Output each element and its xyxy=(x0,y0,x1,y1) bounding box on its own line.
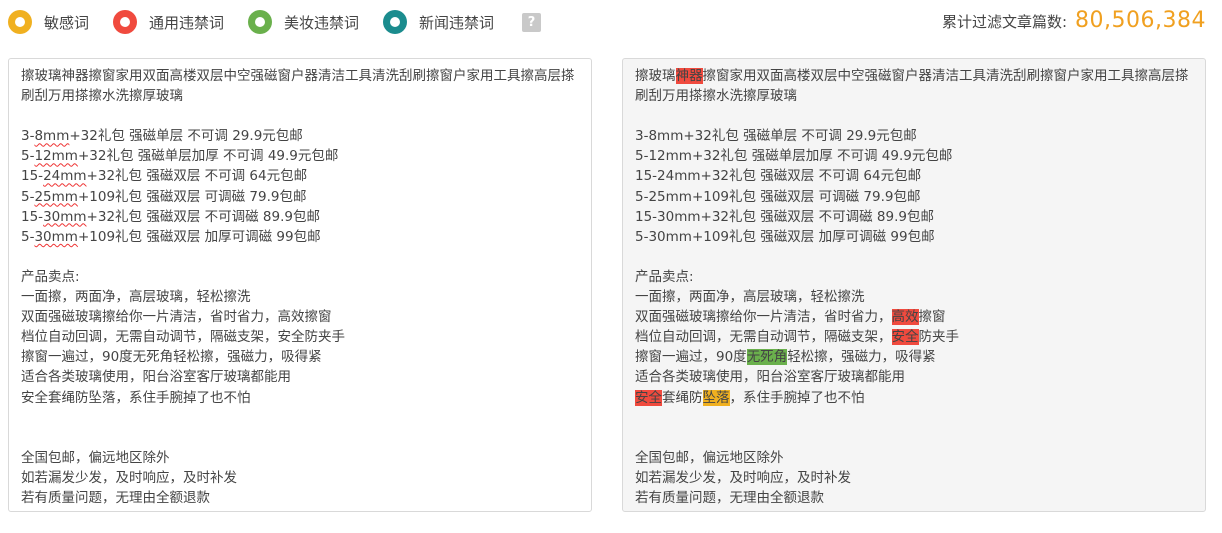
input-line: 15-24mm+32礼包 强磁双层 不可调 64元包邮 xyxy=(21,168,308,185)
input-line: 擦窗一遍过，90度无死角轻松擦，强磁力，吸得紧 xyxy=(21,349,322,366)
result-line: 安全套绳防坠落，系住手腕掉了也不怕 xyxy=(635,389,865,406)
result-line: 擦玻璃神器擦窗家用双面高楼双层中空强磁窗户器清洁工具清洗刮刷擦窗户家用工具擦高层… xyxy=(635,68,1189,105)
help-icon[interactable]: ? xyxy=(522,12,542,32)
result-line xyxy=(635,428,1193,448)
input-line xyxy=(21,428,579,448)
input-line xyxy=(21,106,579,126)
result-line: 档位自动回调，无需自动调节，隔磁支架，安全防夹手 xyxy=(635,329,959,346)
input-line: 安全套绳防坠落，系住手腕掉了也不怕 xyxy=(21,389,251,406)
result-line: 一面擦，两面净，高层玻璃，轻松擦洗 xyxy=(635,289,865,306)
result-line: 擦窗一遍过，90度无死角轻松擦，强磁力，吸得紧 xyxy=(635,349,936,366)
legend-label: 美妆违禁词 xyxy=(284,13,360,32)
input-line: 档位自动回调，无需自动调节，隔磁支架，安全防夹手 xyxy=(21,329,345,346)
highlighted-word: 无死角 xyxy=(746,349,788,366)
input-line: 产品卖点: xyxy=(21,268,80,285)
result-line: 若有质量问题，无理由全额退款 xyxy=(635,489,824,506)
filtered-article-counter: 累计过滤文章篇数: 80,506,384 xyxy=(942,8,1206,33)
result-line: 3-8mm+32礼包 强磁单层 不可调 29.9元包邮 xyxy=(635,128,917,145)
legend-item-news-banned[interactable]: 新闻违禁词 xyxy=(383,10,494,34)
input-line: 全国包邮，偏远地区除外 xyxy=(21,449,170,466)
legend: 敏感词 通用违禁词 美妆违禁词 新闻违禁词 ? xyxy=(8,9,542,35)
highlighted-word: 安全 xyxy=(891,329,919,346)
highlighted-word: 安全 xyxy=(635,389,662,406)
result-line: 15-30mm+32礼包 强磁双层 不可调磁 89.9包邮 xyxy=(635,208,934,225)
beauty-banned-dot-icon xyxy=(248,10,273,34)
input-line: 若有质量问题，无理由全额退款 xyxy=(21,489,210,506)
legend-item-general-banned[interactable]: 通用违禁词 xyxy=(113,10,224,34)
result-line: 15-24mm+32礼包 强磁双层 不可调 64元包邮 xyxy=(635,168,922,185)
highlighted-result-panel: 擦玻璃神器擦窗家用双面高楼双层中空强磁窗户器清洁工具清洗刮刷擦窗户家用工具擦高层… xyxy=(622,58,1206,512)
input-line: 适合各类玻璃使用，阳台浴室客厅玻璃都能用 xyxy=(21,369,291,386)
result-line: 全国包邮，偏远地区除外 xyxy=(635,449,784,466)
result-line: 5-30mm+109礼包 强磁双层 加厚可调磁 99包邮 xyxy=(635,228,935,245)
input-line: 一面擦，两面净，高层玻璃，轻松擦洗 xyxy=(21,289,251,306)
counter-label: 累计过滤文章篇数: xyxy=(941,13,1068,31)
result-line xyxy=(635,247,1193,267)
input-line xyxy=(21,247,579,267)
highlighted-word: 高效 xyxy=(891,309,919,326)
input-line: 5-30mm+109礼包 强磁双层 加厚可调磁 99包邮 xyxy=(21,228,321,245)
result-line xyxy=(635,408,1193,428)
input-line: 擦玻璃神器擦窗家用双面高楼双层中空强磁窗户器清洁工具清洗刮刷擦窗户家用工具擦高层… xyxy=(21,68,575,105)
legend-label: 敏感词 xyxy=(44,13,90,32)
result-line: 产品卖点: xyxy=(635,268,694,285)
input-text-area[interactable]: 擦玻璃神器擦窗家用双面高楼双层中空强磁窗户器清洁工具清洗刮刷擦窗户家用工具擦高层… xyxy=(8,58,592,512)
sensitive-word-dot-icon xyxy=(8,10,32,34)
legend-item-sensitive[interactable]: 敏感词 xyxy=(8,10,89,34)
legend-label: 通用违禁词 xyxy=(149,13,225,32)
result-line: 5-12mm+32礼包 强磁单层加厚 不可调 49.9元包邮 xyxy=(635,148,953,165)
news-banned-dot-icon xyxy=(383,10,408,34)
result-line: 双面强磁玻璃擦给你一片清洁，省时省力，高效擦窗 xyxy=(635,309,946,326)
input-line: 5-12mm+32礼包 强磁单层加厚 不可调 49.9元包邮 xyxy=(21,148,339,165)
input-line: 15-30mm+32礼包 强磁双层 不可调磁 89.9包邮 xyxy=(21,208,320,225)
input-line: 如若漏发少发，及时响应，及时补发 xyxy=(21,469,237,486)
counter-value: 80,506,384 xyxy=(1075,8,1206,33)
legend-label: 新闻违禁词 xyxy=(419,13,495,32)
input-line: 5-25mm+109礼包 强磁双层 可调磁 79.9包邮 xyxy=(21,188,307,205)
input-line: 3-8mm+32礼包 强磁单层 不可调 29.9元包邮 xyxy=(21,128,303,145)
input-line xyxy=(21,408,579,428)
highlighted-word: 坠落 xyxy=(702,389,730,406)
result-line: 适合各类玻璃使用，阳台浴室客厅玻璃都能用 xyxy=(635,369,905,386)
result-line xyxy=(635,106,1193,126)
highlighted-word: 神器 xyxy=(675,68,703,84)
legend-item-beauty-banned[interactable]: 美妆违禁词 xyxy=(248,10,359,34)
result-line: 如若漏发少发，及时响应，及时补发 xyxy=(635,469,851,486)
input-line: 双面强磁玻璃擦给你一片清洁，省时省力，高效擦窗 xyxy=(21,309,332,326)
result-line: 5-25mm+109礼包 强磁双层 可调磁 79.9包邮 xyxy=(635,188,921,205)
general-banned-dot-icon xyxy=(113,10,138,34)
